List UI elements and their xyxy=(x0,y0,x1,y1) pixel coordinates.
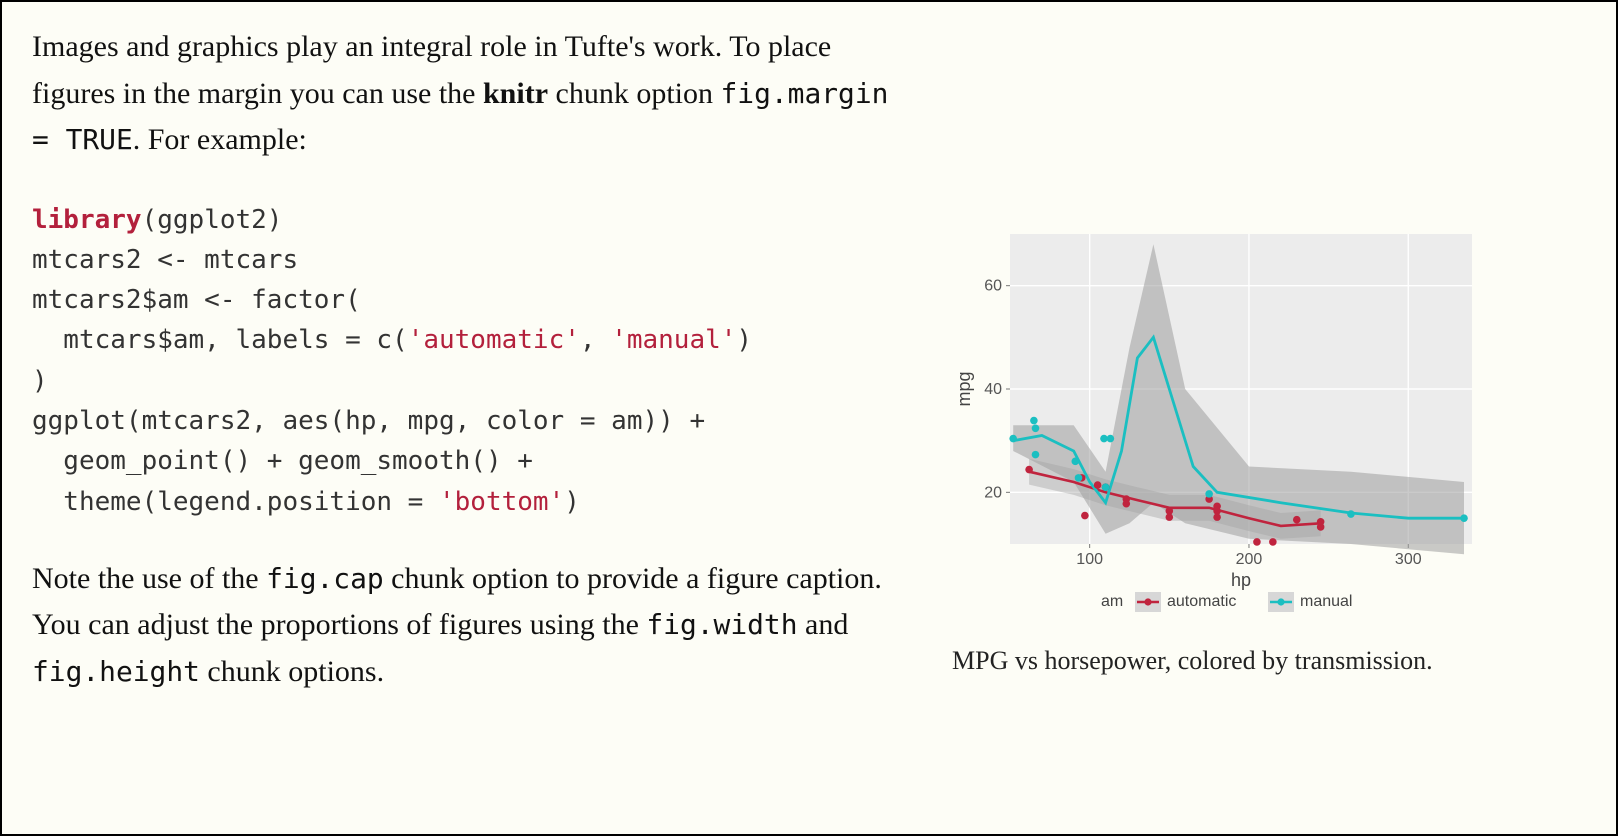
svg-text:automatic: automatic xyxy=(1167,593,1236,610)
mpg-hp-chart: 100 200 300 20 40 60 hp mpg am automatic manual xyxy=(952,224,1482,624)
margin-figure: 100 200 300 20 40 60 hp mpg am automatic manual xyxy=(952,224,1482,624)
svg-text:20: 20 xyxy=(984,484,1002,501)
code-text: mtcars$am, labels = c( xyxy=(32,325,408,355)
code-text: mtcars2 <- mtcars xyxy=(32,245,298,275)
text: and xyxy=(798,608,849,641)
code-string: 'automatic' xyxy=(408,325,580,355)
inline-code-figheight: fig.height xyxy=(32,655,200,688)
svg-text:am: am xyxy=(1101,593,1123,610)
code-string: 'bottom' xyxy=(439,487,564,517)
intro-paragraph: Images and graphics play an integral rol… xyxy=(32,24,912,164)
figure-caption: MPG vs horsepower, colored by transmissi… xyxy=(952,642,1586,680)
svg-text:60: 60 xyxy=(984,278,1002,295)
svg-text:200: 200 xyxy=(1236,551,1263,568)
svg-text:40: 40 xyxy=(984,381,1002,398)
code-text: ) xyxy=(32,366,48,396)
knitr-strong: knitr xyxy=(483,77,548,110)
code-text: ) xyxy=(564,487,580,517)
main-column: Images and graphics play an integral rol… xyxy=(32,24,912,824)
svg-text:mpg: mpg xyxy=(954,371,974,406)
followup-paragraph: Note the use of the fig.cap chunk option… xyxy=(32,556,912,696)
text: chunk options. xyxy=(200,655,384,688)
code-text: , xyxy=(580,325,611,355)
code-text: mtcars2$am <- factor( xyxy=(32,285,361,315)
code-text: ) xyxy=(736,325,752,355)
svg-text:hp: hp xyxy=(1231,570,1251,590)
svg-text:manual: manual xyxy=(1300,593,1352,610)
inline-code-figcap: fig.cap xyxy=(266,562,384,595)
text: chunk option xyxy=(548,77,721,110)
code-text: (ggplot2) xyxy=(142,205,283,235)
inline-code-figwidth: fig.width xyxy=(646,608,797,641)
code-string: 'manual' xyxy=(611,325,736,355)
text: Note the use of the xyxy=(32,562,266,595)
svg-text:300: 300 xyxy=(1395,551,1422,568)
text: . For example: xyxy=(133,123,307,156)
document-page: Images and graphics play an integral rol… xyxy=(0,0,1618,836)
margin-column: 100 200 300 20 40 60 hp mpg am automatic manual MP… xyxy=(952,24,1586,824)
code-keyword: library xyxy=(32,205,142,235)
svg-text:100: 100 xyxy=(1076,551,1103,568)
code-block: library(ggplot2) mtcars2 <- mtcars mtcar… xyxy=(32,200,912,522)
code-text: geom_point() + geom_smooth() + xyxy=(32,446,533,476)
code-text: theme(legend.position = xyxy=(32,487,439,517)
code-text: ggplot(mtcars2, aes(hp, mpg, color = am)… xyxy=(32,406,705,436)
